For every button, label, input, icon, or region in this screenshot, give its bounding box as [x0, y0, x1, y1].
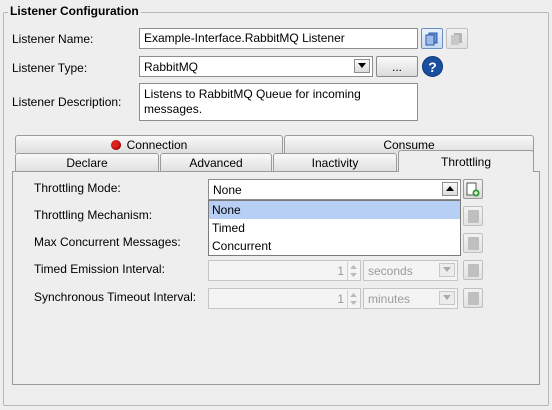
tab-advanced[interactable]: Advanced — [160, 153, 272, 172]
add-document-icon — [466, 182, 480, 196]
tab-advanced-label: Advanced — [189, 156, 243, 170]
chevron-down-icon[interactable] — [439, 263, 455, 277]
listener-name-label: Listener Name: — [12, 32, 94, 46]
throttling-mode-value: None — [213, 183, 242, 197]
timed-emission-action-button[interactable] — [463, 260, 483, 280]
add-mode-button[interactable] — [463, 179, 483, 199]
sync-timeout-label: Synchronous Timeout Interval: — [34, 290, 197, 304]
listener-description-field[interactable]: Listens to RabbitMQ Queue for incoming m… — [139, 83, 418, 121]
chevron-up-icon[interactable] — [442, 182, 458, 196]
dropdown-option-concurrent[interactable]: Concurrent — [209, 237, 460, 255]
paste-name-button[interactable] — [446, 28, 468, 49]
listener-type-label: Listener Type: — [12, 61, 88, 75]
timed-emission-unit: seconds — [368, 264, 413, 278]
error-status-icon — [110, 139, 121, 150]
document-icon — [467, 209, 479, 223]
copy-icon — [425, 32, 438, 45]
tab-throttling[interactable]: Throttling — [398, 150, 534, 172]
sync-timeout-unit: minutes — [368, 292, 411, 306]
timed-emission-unit-select[interactable]: seconds — [363, 260, 458, 281]
tab-inactivity[interactable]: Inactivity — [273, 153, 397, 172]
dropdown-option-none[interactable]: None — [209, 201, 460, 219]
timed-emission-label: Timed Emission Interval: — [34, 262, 165, 276]
throttling-mode-select[interactable]: None — [208, 179, 461, 200]
browse-type-button[interactable]: ... — [376, 56, 418, 77]
document-icon — [467, 291, 479, 305]
sync-timeout-action-button[interactable] — [463, 288, 483, 308]
tab-inactivity-label: Inactivity — [311, 156, 359, 170]
tab-throttling-label: Throttling — [440, 154, 492, 169]
chevron-down-icon[interactable] — [439, 291, 455, 305]
spinner-arrows-icon[interactable] — [347, 290, 359, 308]
listener-type-select[interactable]: RabbitMQ — [139, 56, 373, 77]
mechanism-action-button[interactable] — [463, 206, 483, 226]
document-icon — [467, 263, 479, 277]
timed-emission-value: 1 — [337, 264, 344, 278]
section-title: Listener Configuration — [8, 4, 141, 18]
tab-declare-label: Declare — [66, 156, 108, 170]
spinner-arrows-icon[interactable] — [347, 262, 359, 280]
copy-name-button[interactable] — [421, 28, 443, 49]
sync-timeout-unit-select[interactable]: minutes — [363, 288, 458, 309]
throttling-mode-label: Throttling Mode: — [34, 181, 121, 195]
throttling-mechanism-label: Throttling Mechanism: — [34, 208, 153, 222]
timed-emission-spinner[interactable]: 1 — [208, 260, 361, 281]
tab-connection-label: Connection — [126, 137, 188, 152]
tab-declare[interactable]: Declare — [15, 153, 159, 172]
max-concurrent-label: Max Concurrent Messages: — [34, 235, 181, 249]
listener-type-value: RabbitMQ — [144, 60, 199, 74]
listener-name-field[interactable]: Example-Interface.RabbitMQ Listener — [139, 28, 418, 49]
max-concurrent-action-button[interactable] — [463, 233, 483, 253]
listener-description-label: Listener Description: — [12, 95, 122, 109]
sync-timeout-spinner[interactable]: 1 — [208, 288, 361, 309]
tab-connection[interactable]: Connection — [15, 135, 283, 153]
sync-timeout-value: 1 — [337, 292, 344, 306]
chevron-down-icon[interactable] — [354, 59, 370, 73]
throttling-mode-dropdown: None Timed Concurrent — [208, 200, 461, 256]
dropdown-option-timed[interactable]: Timed — [209, 219, 460, 237]
document-icon — [467, 236, 479, 250]
help-icon[interactable]: ? — [422, 56, 443, 77]
copy-icon — [451, 32, 462, 45]
